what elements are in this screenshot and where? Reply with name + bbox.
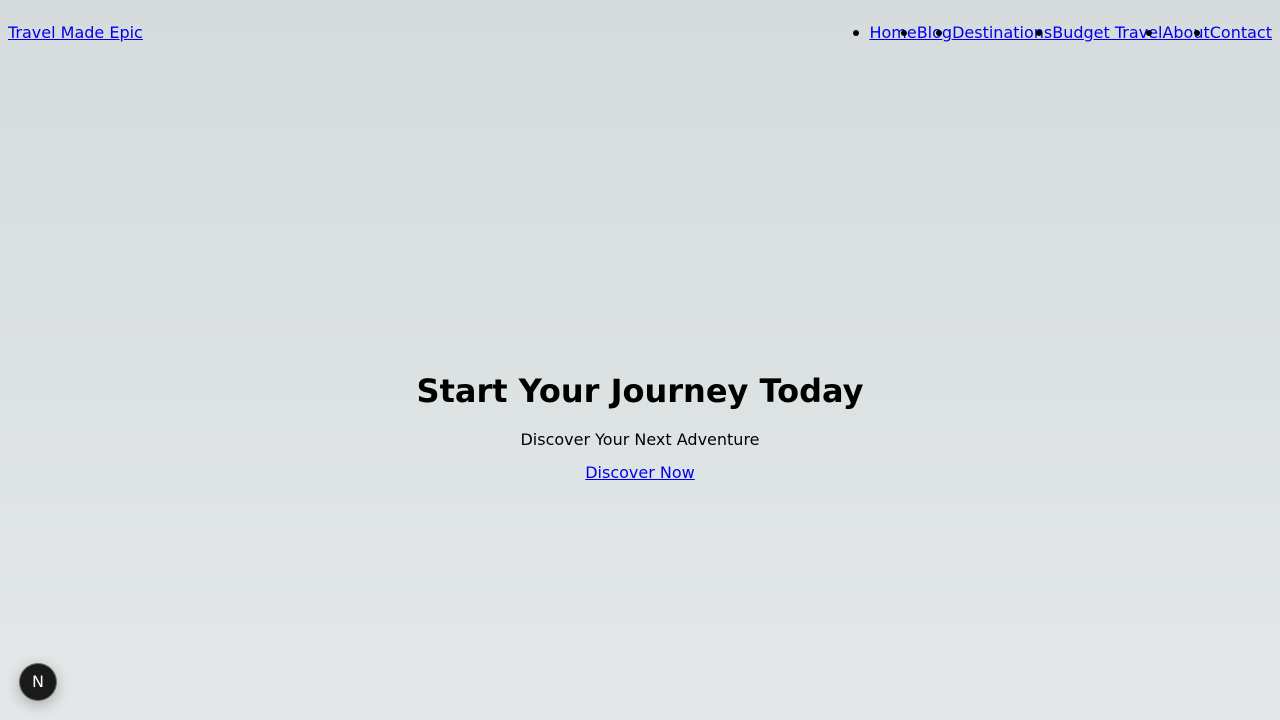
- nav-item-about: About: [1146, 23, 1210, 43]
- nav-link-blog[interactable]: Blog: [917, 23, 952, 42]
- nav-link-about[interactable]: About: [1162, 23, 1209, 42]
- bullet-icon: [1193, 30, 1200, 36]
- nav-item-home: Home: [853, 23, 917, 43]
- nextjs-logo-icon: N: [32, 672, 44, 691]
- main-nav: Home Blog Destinations Budget Travel Abo…: [853, 23, 1272, 43]
- hero-subtitle: Discover Your Next Adventure: [520, 430, 760, 449]
- nav-item-blog: Blog: [900, 23, 952, 43]
- bullet-icon: [853, 30, 860, 36]
- nav-link-contact[interactable]: Contact: [1210, 23, 1272, 42]
- nav-item-contact: Contact: [1193, 23, 1272, 43]
- brand-link[interactable]: Travel Made Epic: [8, 23, 143, 43]
- site-header: Travel Made Epic Home Blog Destinations …: [0, 0, 1280, 66]
- hero-title: Start Your Journey Today: [416, 372, 864, 410]
- discover-now-link[interactable]: Discover Now: [585, 463, 695, 483]
- hero-section: Start Your Journey Today Discover Your N…: [0, 360, 1280, 483]
- nextjs-dev-indicator-button[interactable]: N: [19, 663, 57, 701]
- nav-link-home[interactable]: Home: [869, 23, 916, 42]
- bullet-icon: [900, 30, 907, 36]
